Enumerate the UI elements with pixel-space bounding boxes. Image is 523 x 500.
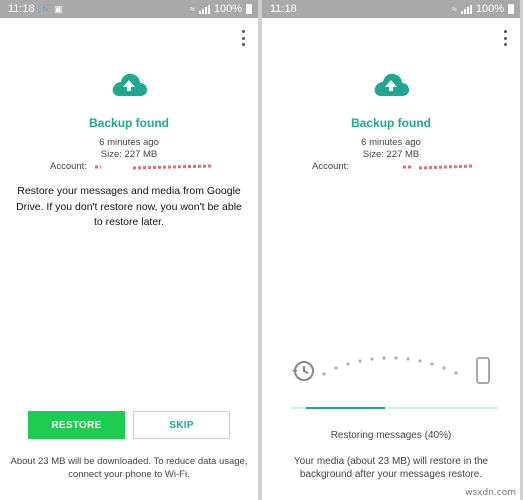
wifi-icon: ≈: [451, 3, 457, 14]
wifi-icon: ≈: [189, 3, 195, 14]
skip-button[interactable]: SKIP: [133, 411, 230, 439]
account-label: Account:: [50, 161, 87, 172]
more-vert-icon[interactable]: [502, 30, 508, 46]
dotted-arc: [322, 356, 458, 376]
watermark: wsxdn.com: [465, 488, 516, 498]
status-bar: 11:18 🔗 ▣ ≈ 100%: [0, 0, 258, 18]
link-icon: 🔗: [38, 3, 50, 14]
redacted-account-scribble: [402, 164, 474, 169]
battery-icon: [508, 4, 514, 14]
image-icon: ▣: [53, 3, 63, 14]
backup-found-title: Backup found: [351, 116, 431, 130]
backup-time: 6 minutes ago: [99, 137, 159, 148]
battery-percent: 100%: [213, 3, 242, 15]
status-time: 11:18: [270, 3, 297, 15]
cloud-upload-icon: [374, 73, 409, 96]
more-vert-icon[interactable]: [240, 30, 246, 46]
status-time: 11:18: [8, 3, 35, 15]
restore-prompt-screen: 11:18 🔗 ▣ ≈ 100% Backup found 6 minutes …: [0, 0, 258, 500]
battery-percent: 100%: [475, 3, 504, 15]
download-note: About 23 MB will be downloaded. To reduc…: [10, 456, 248, 480]
account-label: Account:: [312, 161, 349, 172]
media-restore-note: Your media (about 23 MB) will restore in…: [293, 456, 489, 480]
smartphone-icon: [476, 357, 490, 384]
backup-size: Size: 227 MB: [362, 149, 420, 160]
signal-icon: [198, 4, 210, 14]
progress-fill: [305, 407, 385, 409]
restoring-screen: 11:18 ≈ 100% Backup found 6 minutes ago …: [262, 0, 520, 500]
restore-description: Restore your messages and media from Goo…: [16, 185, 242, 228]
transfer-animation: [262, 350, 520, 390]
cloud-upload-icon: [112, 73, 147, 96]
backup-size: Size: 227 MB: [100, 149, 158, 160]
restore-button[interactable]: RESTORE: [28, 411, 125, 439]
status-bar: 11:18 ≈ 100%: [262, 0, 520, 18]
progress-track: [290, 407, 498, 409]
redacted-account-scribble: [94, 164, 212, 169]
signal-icon: [460, 4, 472, 14]
account-row: Account:: [50, 161, 213, 172]
restoring-status: Restoring messages (40%): [330, 430, 452, 441]
backup-time: 6 minutes ago: [361, 137, 421, 148]
account-row: Account:: [312, 161, 475, 172]
history-icon: [292, 361, 314, 381]
battery-icon: [246, 4, 252, 14]
backup-found-title: Backup found: [89, 116, 169, 130]
